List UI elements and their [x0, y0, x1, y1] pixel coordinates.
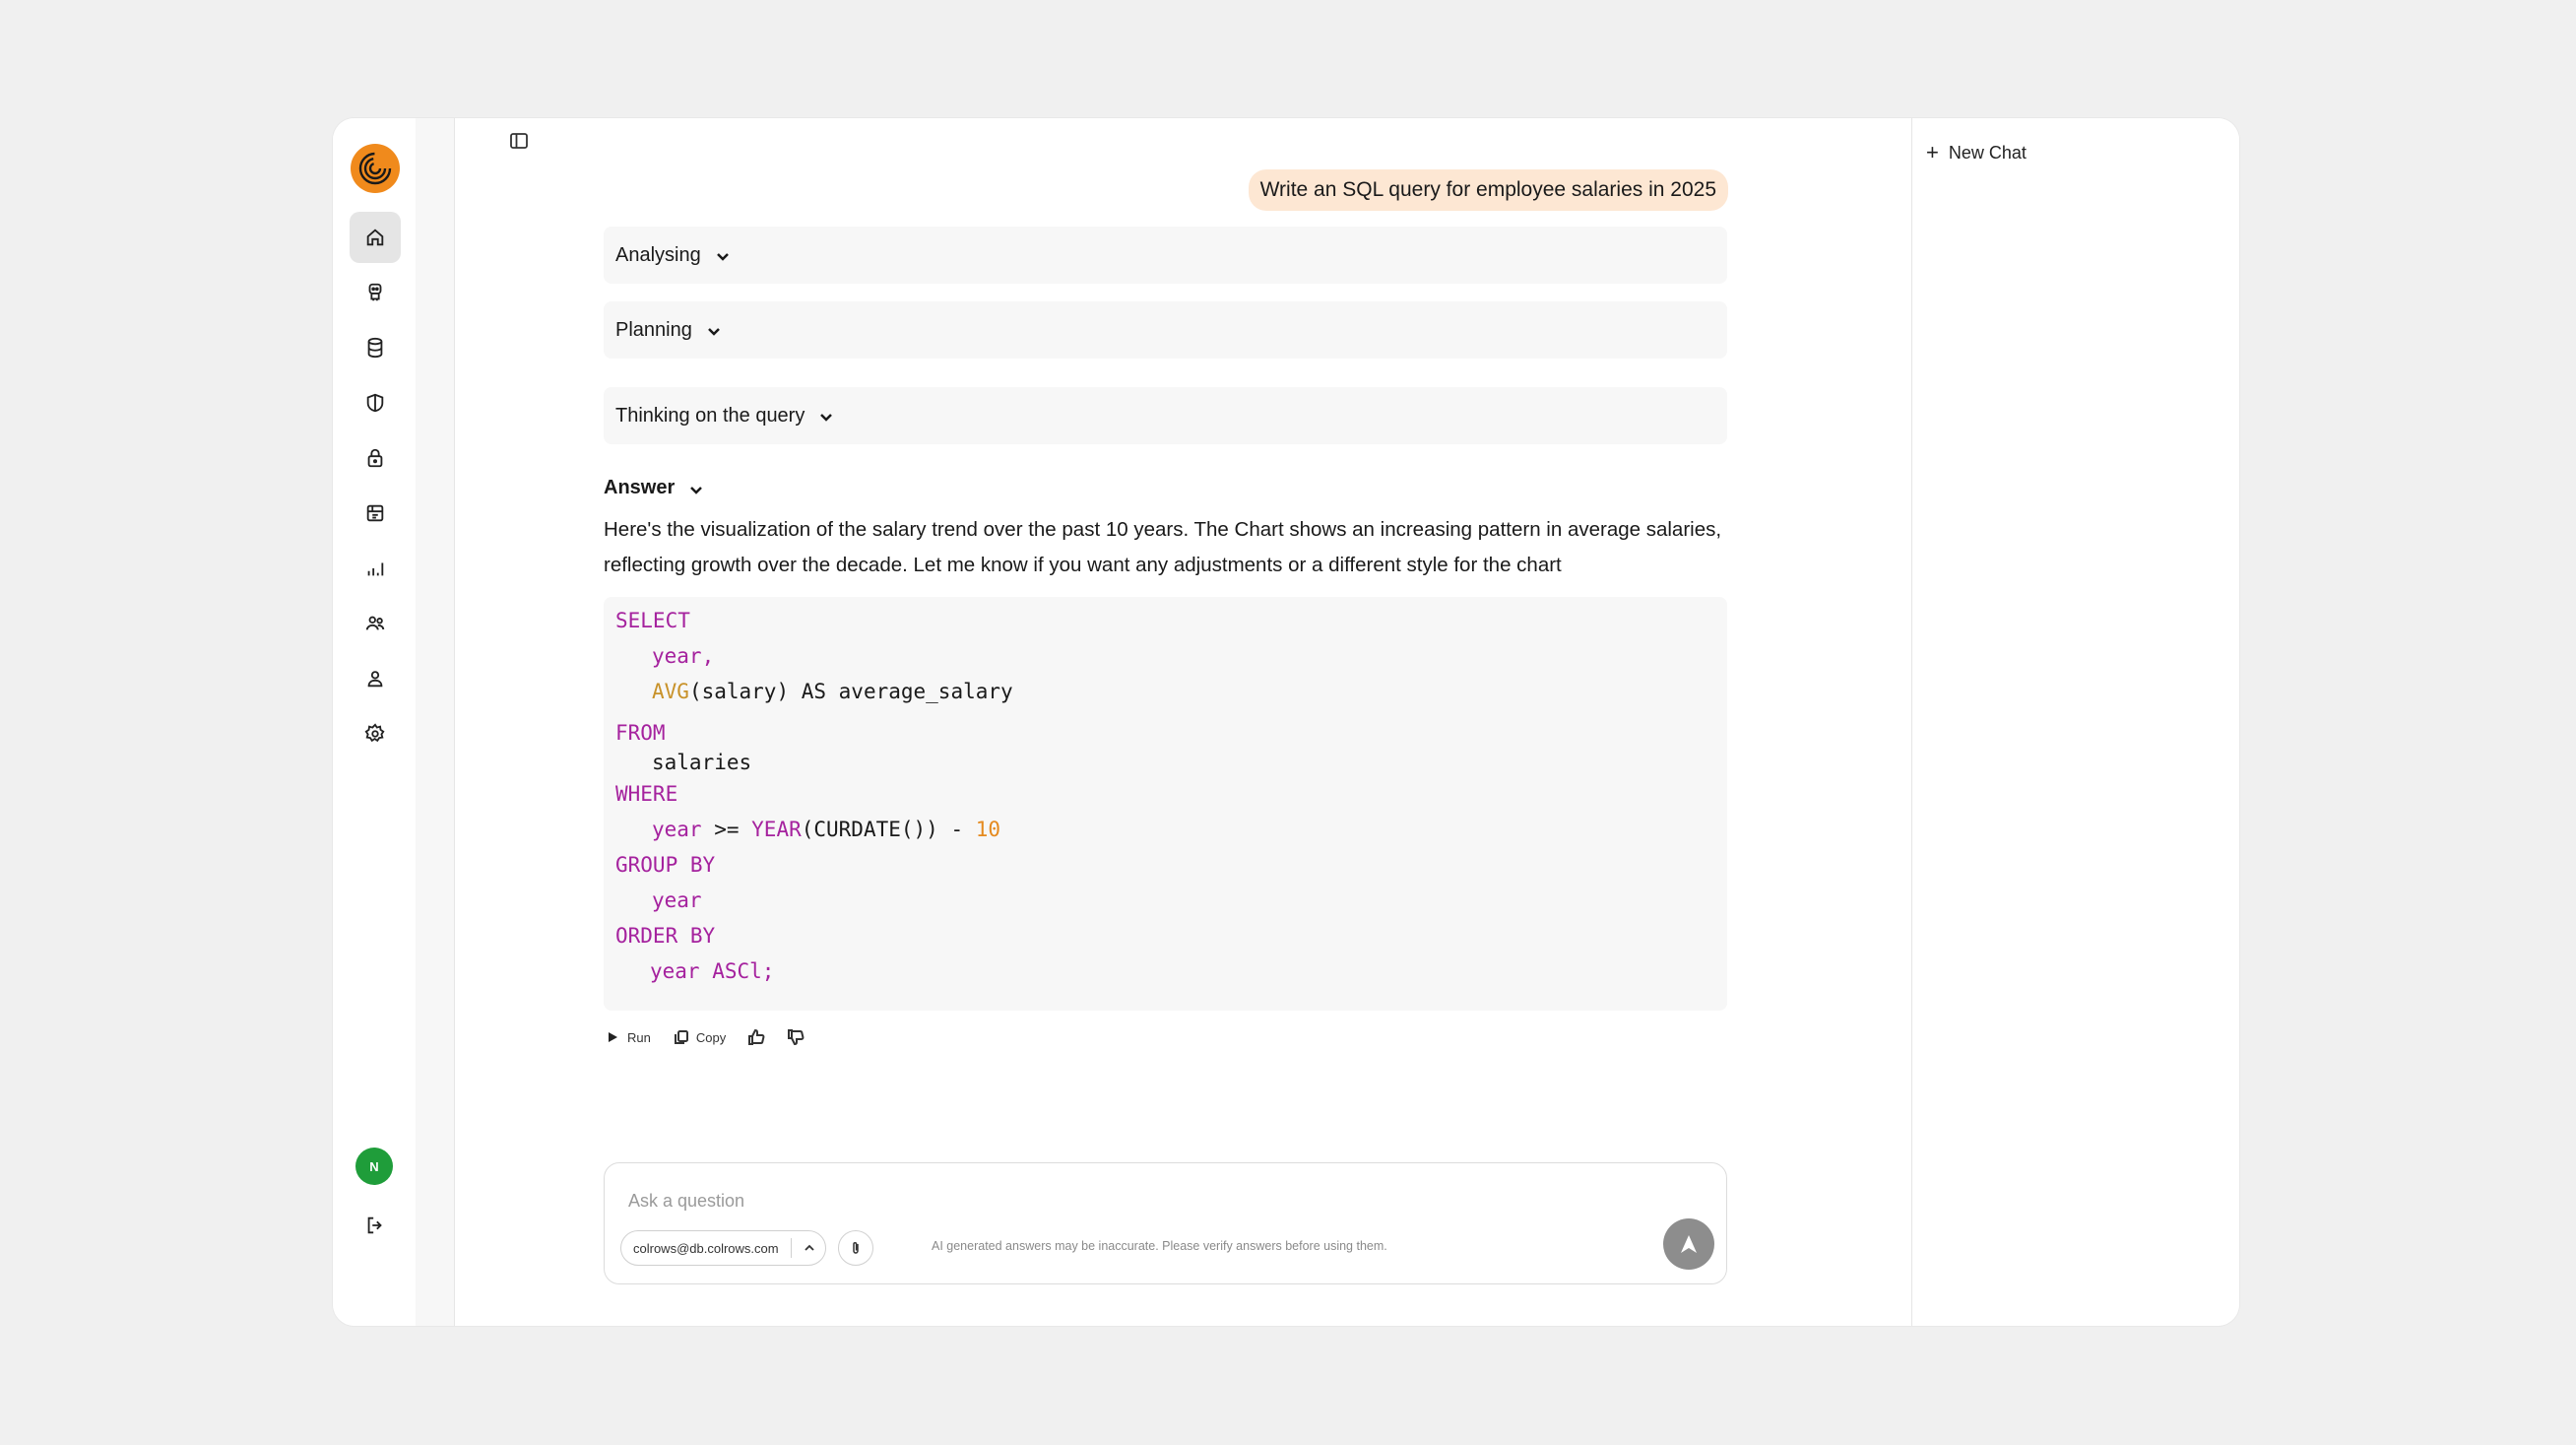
answer-actions: Run Copy [604, 1028, 805, 1046]
answer-label: Answer [604, 477, 676, 498]
app-logo[interactable] [351, 144, 400, 193]
avatar[interactable]: N [355, 1148, 393, 1185]
attach-button[interactable] [838, 1230, 873, 1266]
copy-icon [674, 1030, 688, 1044]
code-token: year [652, 888, 702, 912]
step-label: Planning [615, 318, 692, 341]
sidebar-collapsed-panel [416, 118, 528, 1326]
nav-rail: N [333, 118, 416, 1326]
code-keyword: WHERE [615, 782, 678, 806]
code-token: year [652, 818, 702, 841]
send-button[interactable] [1663, 1218, 1714, 1270]
copy-button[interactable]: Copy [673, 1028, 726, 1046]
plus-icon: + [1926, 140, 1939, 164]
chevron-down-icon [688, 481, 704, 496]
settings-icon[interactable] [350, 708, 401, 759]
answer-line: reflecting growth over the decade. Let m… [604, 554, 1562, 576]
code-line: AVG(salary) AS average_salary [652, 680, 1013, 703]
thumbs-up-icon [748, 1028, 765, 1045]
analytics-icon[interactable] [350, 543, 401, 594]
code-keyword: SELECT [615, 609, 690, 632]
code-token: salaries [652, 751, 752, 774]
chevron-up-icon [804, 1244, 814, 1251]
chevron-down-icon [715, 247, 731, 263]
thumbs-down-button[interactable] [787, 1028, 805, 1046]
thumbs-down-icon [788, 1029, 805, 1046]
chevron-down-icon [818, 408, 834, 424]
code-line: year >= YEAR(CURDATE()) - 10 [652, 818, 1000, 841]
agent-icon[interactable] [350, 267, 401, 318]
step-analysing[interactable]: Analysing [604, 227, 1727, 284]
code-keyword: ORDER BY [615, 924, 716, 948]
code-function: YEAR [751, 818, 802, 841]
step-planning[interactable]: Planning [604, 301, 1727, 359]
user-message: Write an SQL query for employee salaries… [1248, 169, 1728, 211]
chat-area: Write an SQL query for employee salaries… [456, 118, 1911, 1326]
app-window: N Write an SQL query for employee salari… [333, 118, 2239, 1326]
connection-value: colrows@db.colrows.com [633, 1240, 779, 1256]
step-label: Analysing [615, 243, 701, 266]
answer-toggle[interactable]: Answer [604, 477, 704, 499]
lock-icon[interactable] [350, 432, 401, 484]
catalog-icon[interactable] [350, 488, 401, 539]
user-icon[interactable] [350, 653, 401, 704]
chevron-down-icon [706, 322, 722, 338]
divider [790, 1238, 792, 1258]
step-label: Thinking on the query [615, 404, 805, 427]
users-icon[interactable] [350, 598, 401, 649]
run-label: Run [627, 1029, 651, 1045]
shield-icon[interactable] [350, 377, 401, 428]
chat-composer: Ask a question colrows@db.colrows.com AI… [604, 1162, 1727, 1284]
step-thinking[interactable]: Thinking on the query [604, 387, 1727, 444]
home-icon[interactable] [350, 212, 401, 263]
code-keyword: FROM [615, 721, 666, 745]
new-chat-label: New Chat [1948, 142, 2027, 163]
question-input[interactable]: Ask a question [628, 1191, 744, 1212]
logout-icon[interactable] [350, 1200, 401, 1251]
database-icon[interactable] [350, 322, 401, 373]
code-function: AVG [652, 680, 689, 703]
code-token: (CURDATE()) - [801, 818, 976, 841]
send-icon [1681, 1235, 1697, 1253]
chat-history-panel: + New Chat [1911, 118, 2239, 1326]
disclaimer-text: AI generated answers may be inaccurate. … [932, 1239, 1387, 1253]
code-token: year, [652, 644, 715, 668]
answer-line: Here's the visualization of the salary t… [604, 518, 1722, 541]
new-chat-button[interactable]: + New Chat [1926, 142, 2027, 164]
run-button[interactable]: Run [604, 1028, 651, 1046]
code-keyword: GROUP BY [615, 853, 716, 877]
paperclip-icon [853, 1242, 859, 1254]
answer-text: Here's the visualization of the salary t… [604, 512, 1736, 583]
sql-code-block: SELECT year, AVG(salary) AS average_sala… [604, 597, 1727, 1011]
connection-select[interactable]: colrows@db.colrows.com [620, 1230, 826, 1266]
play-icon [609, 1032, 617, 1042]
code-token: year ASCl; [650, 959, 775, 983]
code-token: >= [701, 818, 752, 841]
thumbs-up-button[interactable] [747, 1028, 765, 1046]
copy-label: Copy [695, 1029, 727, 1045]
code-number: 10 [975, 818, 1001, 841]
code-token: (salary) AS average_salary [688, 680, 1013, 703]
